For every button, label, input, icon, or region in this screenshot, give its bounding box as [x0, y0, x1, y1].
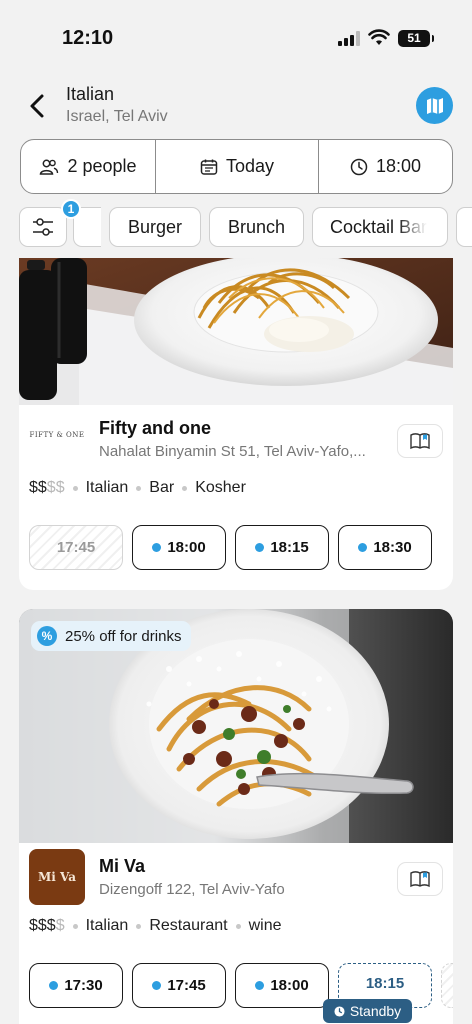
price-level: $$$ [29, 917, 56, 934]
slot-time: 18:30 [373, 539, 412, 556]
wifi-icon [368, 29, 390, 45]
promo-badge: % 25% off for drinks [31, 621, 192, 651]
calendar-icon [200, 159, 218, 175]
time-slot-partial[interactable] [441, 963, 453, 1008]
clock-icon [334, 1005, 345, 1017]
restaurant-card[interactable]: FIFTY & ONE Fifty and one Nahalat Binyam… [19, 258, 453, 590]
chip-cocktail-bar-label: Cocktail Bar [330, 216, 428, 237]
restaurant-photo: % 25% off for drinks [19, 609, 453, 843]
tag-separator [136, 485, 142, 491]
date-selector[interactable]: Today [155, 140, 318, 193]
menu-book-icon [410, 433, 430, 450]
tag-type: Restaurant [149, 917, 228, 934]
booking-selector: 2 people Today 18:00 [20, 139, 453, 194]
time-slot[interactable]: 18:15 [235, 525, 329, 570]
menu-book-icon [410, 871, 430, 888]
time-slot[interactable]: 18:30 [338, 525, 432, 570]
map-view-button[interactable] [416, 87, 453, 124]
slot-time: 17:45 [167, 977, 206, 994]
promo-text: 25% off for drinks [65, 627, 182, 645]
tag-separator [136, 923, 142, 929]
chip-burger[interactable]: Burger [109, 207, 201, 247]
tag-cuisine: Italian [85, 479, 129, 496]
availability-dot [49, 981, 59, 990]
chip-brunch[interactable]: Brunch [209, 207, 304, 247]
restaurant-logo: Mi Va [29, 849, 85, 905]
tag-separator [235, 923, 241, 929]
chip-partial-next[interactable] [456, 207, 472, 247]
tag-type: Bar [149, 479, 175, 496]
availability-dot [152, 543, 162, 552]
time-selector[interactable]: 18:00 [318, 140, 452, 193]
menu-button[interactable] [397, 862, 443, 896]
time-slot[interactable]: 18:00 [132, 525, 226, 570]
filter-sliders-icon [33, 218, 53, 236]
status-bar: 12:10 51 [0, 0, 472, 72]
standby-label: Standby [349, 1003, 402, 1019]
price-level: $$ [29, 479, 47, 496]
date-label: Today [225, 156, 275, 176]
pasta-photo-image [19, 258, 453, 405]
price-level-dim: $$ [46, 479, 65, 496]
party-size-label: 2 people [67, 156, 137, 176]
restaurant-photo [19, 258, 453, 405]
standby-tag: Standby [323, 999, 412, 1023]
time-slot-unavailable: 17:45 [29, 525, 123, 570]
time-slot[interactable]: 18:00 [235, 963, 329, 1008]
status-time: 12:10 [62, 27, 114, 49]
tag-separator [72, 923, 78, 929]
time-label: 18:00 [375, 156, 422, 176]
tag-extra: Kosher [195, 479, 246, 496]
restaurant-address: Nahalat Binyamin St 51, Tel Aviv-Yafo,..… [99, 443, 366, 460]
battery-indicator: 51 [398, 30, 434, 47]
back-arrow-icon[interactable] [24, 90, 52, 122]
menu-button[interactable] [397, 424, 443, 458]
restaurant-logo: FIFTY & ONE [29, 407, 85, 463]
page-title: Italian [66, 84, 115, 104]
filters-button[interactable] [19, 207, 67, 247]
percent-icon: % [37, 626, 57, 646]
slot-time: 17:30 [64, 977, 103, 994]
tag-extra: wine [248, 917, 282, 934]
logo-text: Mi Va [37, 870, 76, 884]
restaurant-name[interactable]: Fifty and one [99, 418, 211, 439]
people-icon [40, 159, 59, 175]
restaurant-address: Dizengoff 122, Tel Aviv-Yafo [99, 881, 285, 898]
clock-icon [350, 158, 368, 175]
tag-separator [72, 485, 78, 491]
price-level-dim: $ [55, 917, 65, 934]
restaurant-tags: $$$$ Italian Restaurant wine [29, 917, 281, 935]
page-subtitle: Israel, Tel Aviv [66, 108, 168, 125]
signal-icon [338, 31, 360, 46]
availability-dot [255, 543, 265, 552]
availability-dot [255, 981, 265, 990]
price-range: $$$$ [29, 479, 65, 497]
tag-separator [182, 485, 188, 491]
price-range: $$$$ [29, 917, 65, 935]
chip-cocktail-bar[interactable]: Cocktail Bar [312, 207, 448, 247]
party-size-selector[interactable]: 2 people [21, 140, 155, 193]
slot-time: 18:00 [167, 539, 206, 556]
logo-text: FIFTY & ONE [29, 431, 85, 439]
availability-dot [152, 981, 162, 990]
slot-time: 18:00 [270, 977, 309, 994]
active-filters-badge: 1 [61, 199, 81, 219]
tag-cuisine: Italian [85, 917, 129, 934]
slot-time: 18:15 [365, 975, 405, 992]
time-slot[interactable]: 17:45 [132, 963, 226, 1008]
time-slot[interactable]: 17:30 [29, 963, 123, 1008]
restaurant-tags: $$$$ Italian Bar Kosher [29, 479, 246, 497]
restaurant-name[interactable]: Mi Va [99, 856, 145, 877]
availability-dot [358, 543, 368, 552]
map-icon [426, 97, 443, 114]
slot-time: 18:15 [270, 539, 309, 556]
slot-time: 17:45 [56, 539, 96, 556]
restaurant-card[interactable]: % 25% off for drinks Mi Va Mi Va Dizengo… [19, 609, 453, 1024]
